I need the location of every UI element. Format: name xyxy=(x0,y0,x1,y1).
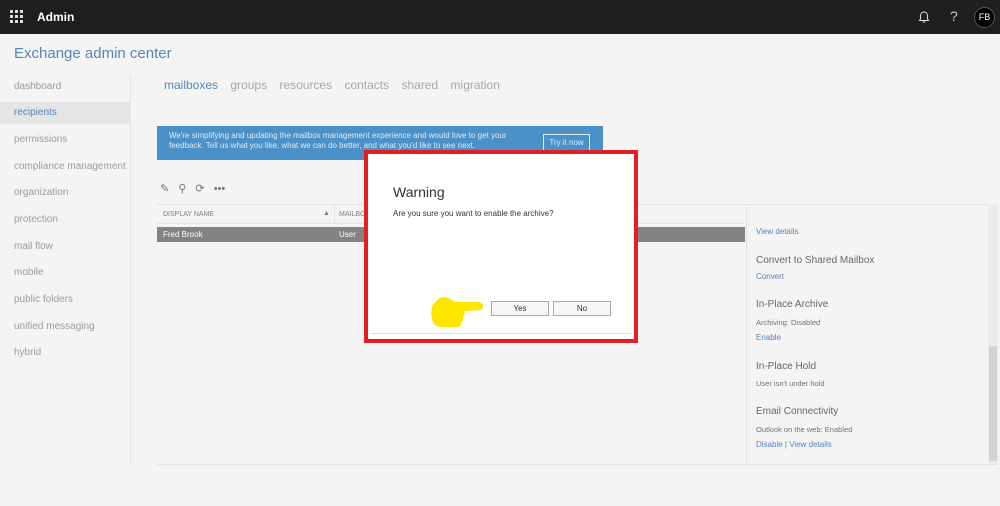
notification-bell-icon[interactable] xyxy=(916,9,932,25)
no-button[interactable]: No xyxy=(553,301,611,316)
dialog-body: Warning Are you sure you want to enable … xyxy=(370,156,632,334)
app-launcher-icon[interactable] xyxy=(10,10,23,23)
app-title: Admin xyxy=(37,10,75,24)
avatar[interactable]: FB xyxy=(974,7,995,28)
top-bar: Admin ? FB xyxy=(0,0,1000,34)
pointing-hand-icon xyxy=(431,297,484,328)
warning-dialog: Warning Are you sure you want to enable … xyxy=(364,150,638,343)
dialog-message: Are you sure you want to enable the arch… xyxy=(393,209,554,218)
dialog-title: Warning xyxy=(393,184,445,200)
yes-button[interactable]: Yes xyxy=(491,301,549,316)
help-icon[interactable]: ? xyxy=(950,8,958,24)
